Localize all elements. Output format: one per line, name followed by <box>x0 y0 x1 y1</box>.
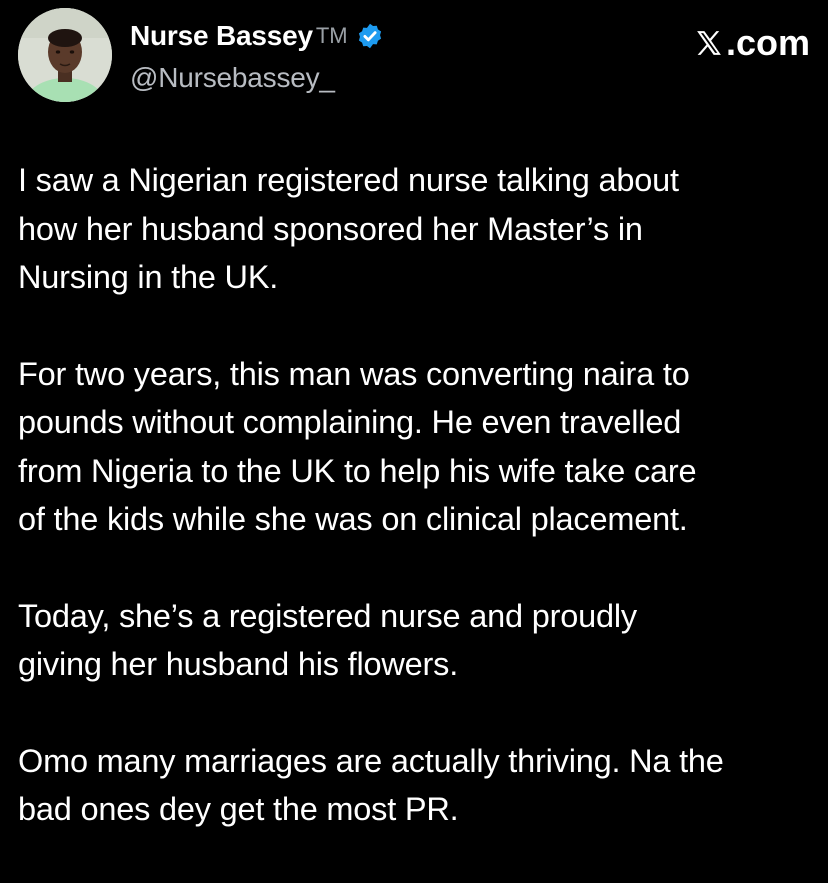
author-names: Nurse Bassey TM @Nursebassey_ <box>130 20 384 94</box>
display-name[interactable]: Nurse Bassey <box>130 20 313 52</box>
tweet-body: I saw a Nigerian registered nurse talkin… <box>18 156 818 882</box>
brand-watermark: .com <box>694 22 810 64</box>
tweet-paragraph: I saw a Nigerian registered nurse talkin… <box>18 162 679 295</box>
avatar[interactable] <box>18 8 112 102</box>
tweet-header: Nurse Bassey TM @Nursebassey_ .com <box>18 8 810 108</box>
display-name-row: Nurse Bassey TM <box>130 20 384 52</box>
trademark-mark: TM <box>315 23 348 48</box>
tweet-paragraph: For two years, this man was converting n… <box>18 355 697 538</box>
tweet-paragraph: Today, she’s a registered nurse and prou… <box>18 597 637 683</box>
handle[interactable]: @Nursebassey_ <box>130 62 384 94</box>
brand-text: .com <box>725 22 810 63</box>
avatar-image <box>18 8 112 102</box>
tweet-paragraph: Omo many marriages are actually thriving… <box>18 742 724 828</box>
x-logo-icon <box>697 31 721 55</box>
verified-badge-icon <box>356 22 384 50</box>
